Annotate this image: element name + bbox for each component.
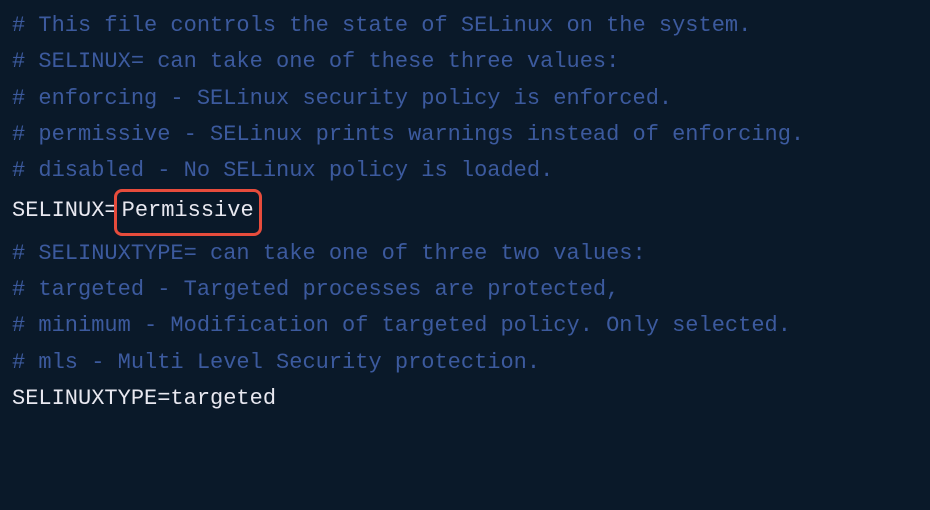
selinux-config-line: SELINUX=Permissive — [12, 189, 918, 235]
selinuxtype-config-line: SELINUXTYPE=targeted — [12, 381, 918, 417]
comment-line-9: # mls - Multi Level Security protection. — [12, 345, 918, 381]
comment-line-8: # minimum - Modification of targeted pol… — [12, 308, 918, 344]
comment-line-2: # SELINUX= can take one of these three v… — [12, 44, 918, 80]
comment-line-4: # permissive - SELinux prints warnings i… — [12, 117, 918, 153]
comment-line-7: # targeted - Targeted processes are prot… — [12, 272, 918, 308]
selinux-key: SELINUX= — [12, 198, 118, 223]
comment-line-3: # enforcing - SELinux security policy is… — [12, 81, 918, 117]
comment-line-6: # SELINUXTYPE= can take one of three two… — [12, 236, 918, 272]
comment-line-1: # This file controls the state of SELinu… — [12, 8, 918, 44]
selinux-value-highlighted: Permissive — [114, 189, 262, 235]
comment-line-5: # disabled - No SELinux policy is loaded… — [12, 153, 918, 189]
